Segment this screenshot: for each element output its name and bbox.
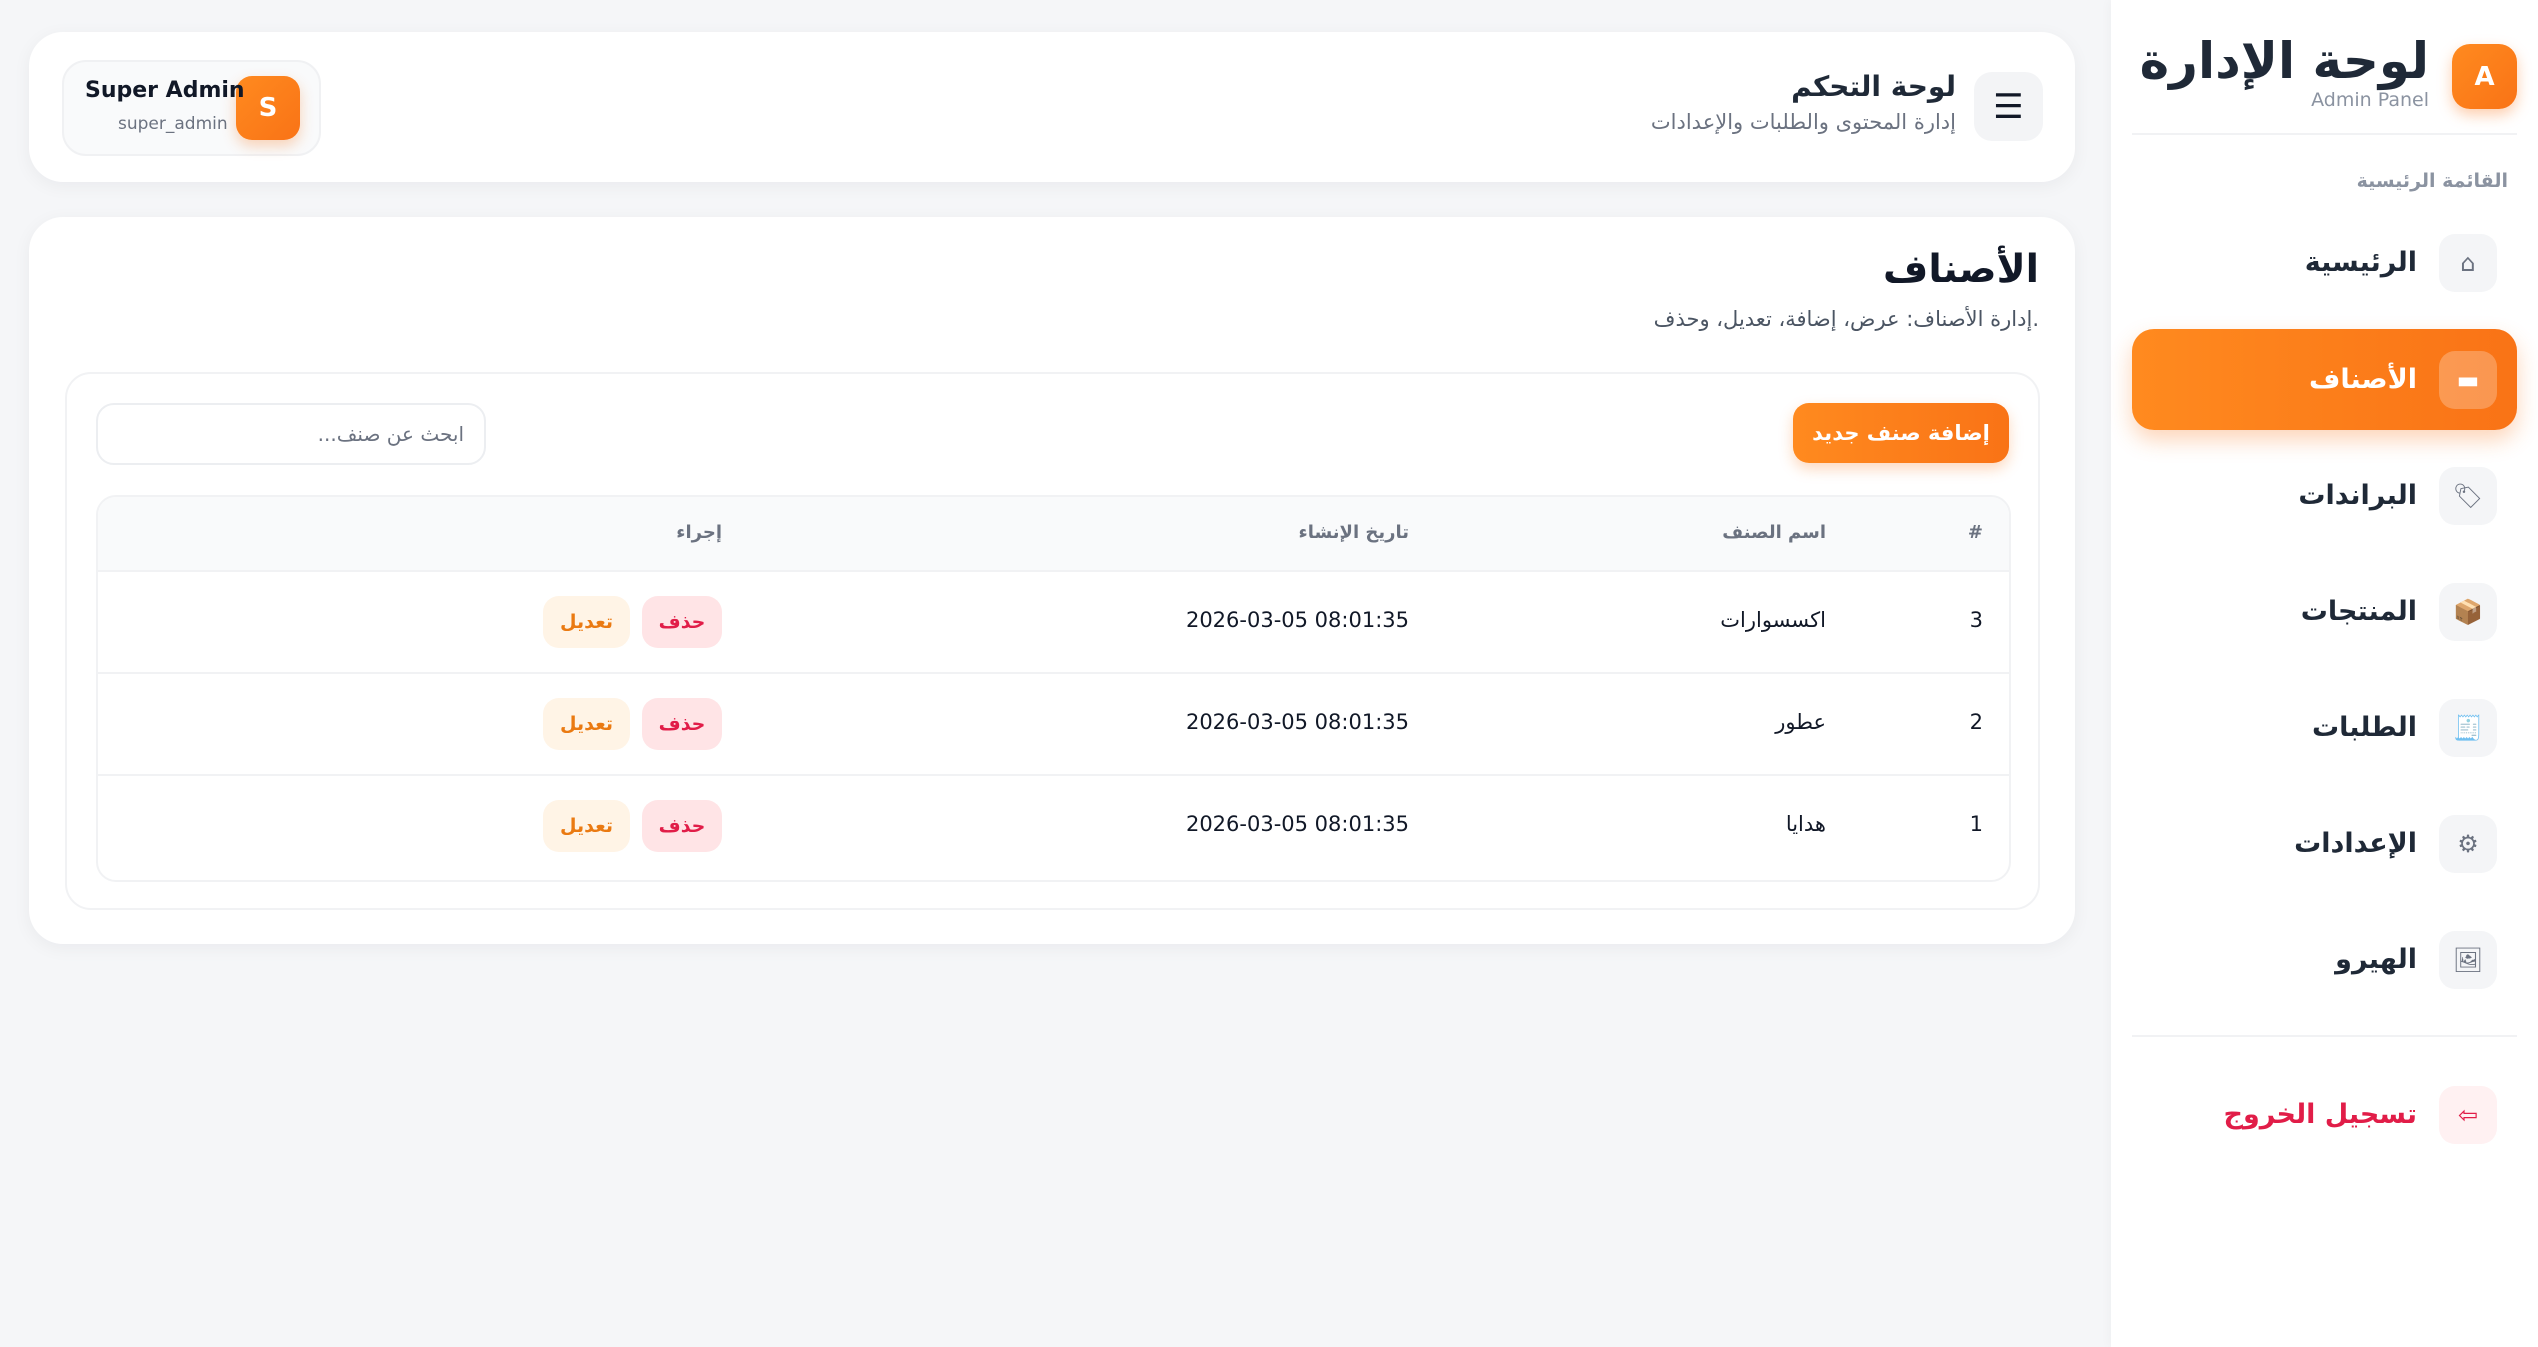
table-row: 2 عطور 2026-03-05 08:01:35 تعديل حذف (98, 674, 2009, 776)
avatar: S (236, 76, 300, 140)
header-title: لوحة التحكم (1791, 70, 1956, 103)
brand-logo-badge: A (2452, 44, 2517, 109)
sidebar-item-hero[interactable]: 🖼 الهيرو (2132, 909, 2517, 1010)
top-bar: ☰ لوحة التحكم إدارة المحتوى والطلبات وال… (29, 32, 2075, 182)
categories-panel: إضافة صنف جديد # اسم الصنف تاريخ الإنشاء… (65, 372, 2040, 910)
hamburger-icon: ☰ (1993, 86, 2024, 127)
sidebar-item-home[interactable]: ⌂ الرئيسية (2132, 212, 2517, 313)
user-handle: super_admin (118, 114, 228, 134)
brand: A لوحة الإدارة Admin Panel (2132, 30, 2517, 135)
page-title: الأصناف (1883, 247, 2039, 292)
column-header-number: # (1967, 522, 1983, 543)
user-profile[interactable]: S Super Admin super_admin (62, 60, 321, 156)
categories-table: # اسم الصنف تاريخ الإنشاء إجراء 3 اكسسوا… (96, 495, 2011, 882)
category-name: عطور (1775, 710, 1826, 734)
created-date: 2026-03-05 08:01:35 (1185, 608, 1409, 632)
sidebar-item-label: الرئيسية (2304, 247, 2417, 278)
created-date: 2026-03-05 08:01:35 (1185, 812, 1409, 836)
home-icon: ⌂ (2439, 233, 2497, 292)
box-icon: 📦 (2439, 582, 2497, 641)
edit-button[interactable]: تعديل (543, 596, 630, 648)
column-header-date: تاريخ الإنشاء (1298, 522, 1410, 543)
brand-title: لوحة الإدارة (2139, 32, 2429, 90)
main-card: الأصناف إدارة الأصناف: عرض، إضافة، تعديل… (29, 217, 2075, 944)
user-name: Super Admin (85, 78, 245, 103)
category-name: اكسسوارات (1720, 608, 1826, 632)
sidebar-divider (2132, 1035, 2517, 1037)
tag-icon: 🏷 (2439, 466, 2497, 525)
sidebar-item-label: الأصناف (2309, 364, 2417, 395)
brand-subtitle: Admin Panel (2311, 89, 2429, 111)
created-date: 2026-03-05 08:01:35 (1185, 710, 1409, 734)
search-input[interactable] (96, 403, 486, 465)
receipt-icon: 🧾 (2439, 698, 2497, 757)
menu-heading: القائمة الرئيسية (2356, 170, 2508, 192)
column-header-name: اسم الصنف (1722, 522, 1826, 543)
row-number: 3 (1969, 608, 1983, 632)
sidebar-item-settings[interactable]: ⚙ الإعدادات (2132, 793, 2517, 894)
logout-icon: ⇦ (2439, 1085, 2497, 1144)
delete-button[interactable]: حذف (642, 698, 722, 750)
page: A لوحة الإدارة Admin Panel القائمة الرئي… (0, 0, 2538, 1347)
gear-icon: ⚙ (2439, 814, 2497, 873)
add-category-button[interactable]: إضافة صنف جديد (1793, 403, 2009, 463)
edit-button[interactable]: تعديل (543, 800, 630, 852)
sidebar-item-categories[interactable]: ▬ الأصناف (2132, 329, 2517, 430)
sidebar: A لوحة الإدارة Admin Panel القائمة الرئي… (2111, 0, 2538, 1347)
folder-icon: ▬ (2439, 350, 2497, 409)
sidebar-item-label: الإعدادات (2294, 828, 2417, 859)
delete-button[interactable]: حذف (642, 596, 722, 648)
sidebar-item-products[interactable]: 📦 المنتجات (2132, 561, 2517, 662)
row-actions: تعديل حذف (543, 698, 722, 750)
table-row: 1 هدايا 2026-03-05 08:01:35 تعديل حذف (98, 776, 2009, 878)
sidebar-item-label: البراندات (2298, 480, 2417, 511)
logout-label: تسجيل الخروج (2223, 1099, 2417, 1130)
table-row: 3 اكسسوارات 2026-03-05 08:01:35 تعديل حذ… (98, 572, 2009, 674)
edit-button[interactable]: تعديل (543, 698, 630, 750)
row-number: 1 (1969, 812, 1983, 836)
sidebar-item-label: الطلبات (2311, 712, 2417, 743)
image-icon: 🖼 (2439, 930, 2497, 989)
sidebar-item-label: المنتجات (2300, 596, 2417, 627)
delete-button[interactable]: حذف (642, 800, 722, 852)
table-header: # اسم الصنف تاريخ الإنشاء إجراء (98, 497, 2009, 572)
page-subtitle: إدارة الأصناف: عرض، إضافة، تعديل، وحذف. (1653, 307, 2039, 331)
category-name: هدايا (1785, 812, 1826, 836)
logout-button[interactable]: ⇦ تسجيل الخروج (2132, 1064, 2517, 1165)
column-header-actions: إجراء (676, 522, 722, 543)
row-actions: تعديل حذف (543, 800, 722, 852)
row-actions: تعديل حذف (543, 596, 722, 648)
menu-toggle-button[interactable]: ☰ (1974, 72, 2043, 141)
sidebar-item-label: الهيرو (2335, 944, 2417, 975)
sidebar-item-brands[interactable]: 🏷 البراندات (2132, 445, 2517, 546)
row-number: 2 (1969, 710, 1983, 734)
sidebar-item-orders[interactable]: 🧾 الطلبات (2132, 677, 2517, 778)
header-subtitle: إدارة المحتوى والطلبات والإعدادات (1650, 110, 1956, 134)
